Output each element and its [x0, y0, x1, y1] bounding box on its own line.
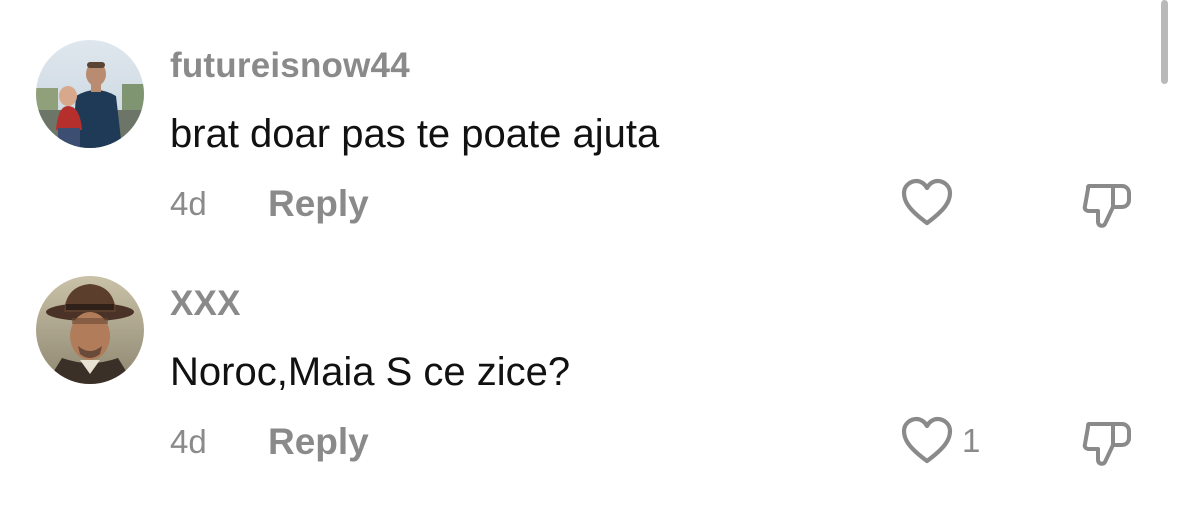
comment-item: futureisnow44 brat doar pas te poate aju…	[0, 0, 1179, 230]
reply-button[interactable]: Reply	[268, 182, 369, 226]
person-photo-avatar	[36, 40, 144, 148]
comment-username[interactable]: XXX	[170, 284, 241, 324]
cowboy-photo-avatar	[36, 276, 144, 384]
comment-actions: 4d Reply	[0, 178, 1179, 230]
dislike-button[interactable]	[1080, 416, 1134, 468]
reply-button[interactable]: Reply	[268, 420, 369, 464]
thumbs-down-icon	[1082, 422, 1131, 466]
heart-outline-icon	[901, 416, 953, 464]
thumbs-down-icon	[1082, 184, 1131, 228]
user-avatar[interactable]	[36, 40, 144, 148]
like-count: 1	[962, 422, 981, 459]
comment-username[interactable]: futureisnow44	[170, 46, 410, 86]
comment-text: Noroc,Maia S ce zice?	[170, 350, 571, 394]
comment-text: brat doar pas te poate ajuta	[170, 112, 660, 156]
comment-item: XXX Noroc,Maia S ce zice? 4d Reply 1	[0, 236, 1179, 466]
dislike-button[interactable]	[1080, 178, 1134, 230]
like-button[interactable]	[900, 416, 954, 466]
comment-timestamp: 4d	[170, 185, 207, 222]
heart-outline-icon	[901, 178, 953, 226]
user-avatar[interactable]	[36, 276, 144, 384]
like-button[interactable]	[900, 178, 954, 228]
comment-actions: 4d Reply 1	[0, 416, 1179, 468]
comment-timestamp: 4d	[170, 423, 207, 460]
